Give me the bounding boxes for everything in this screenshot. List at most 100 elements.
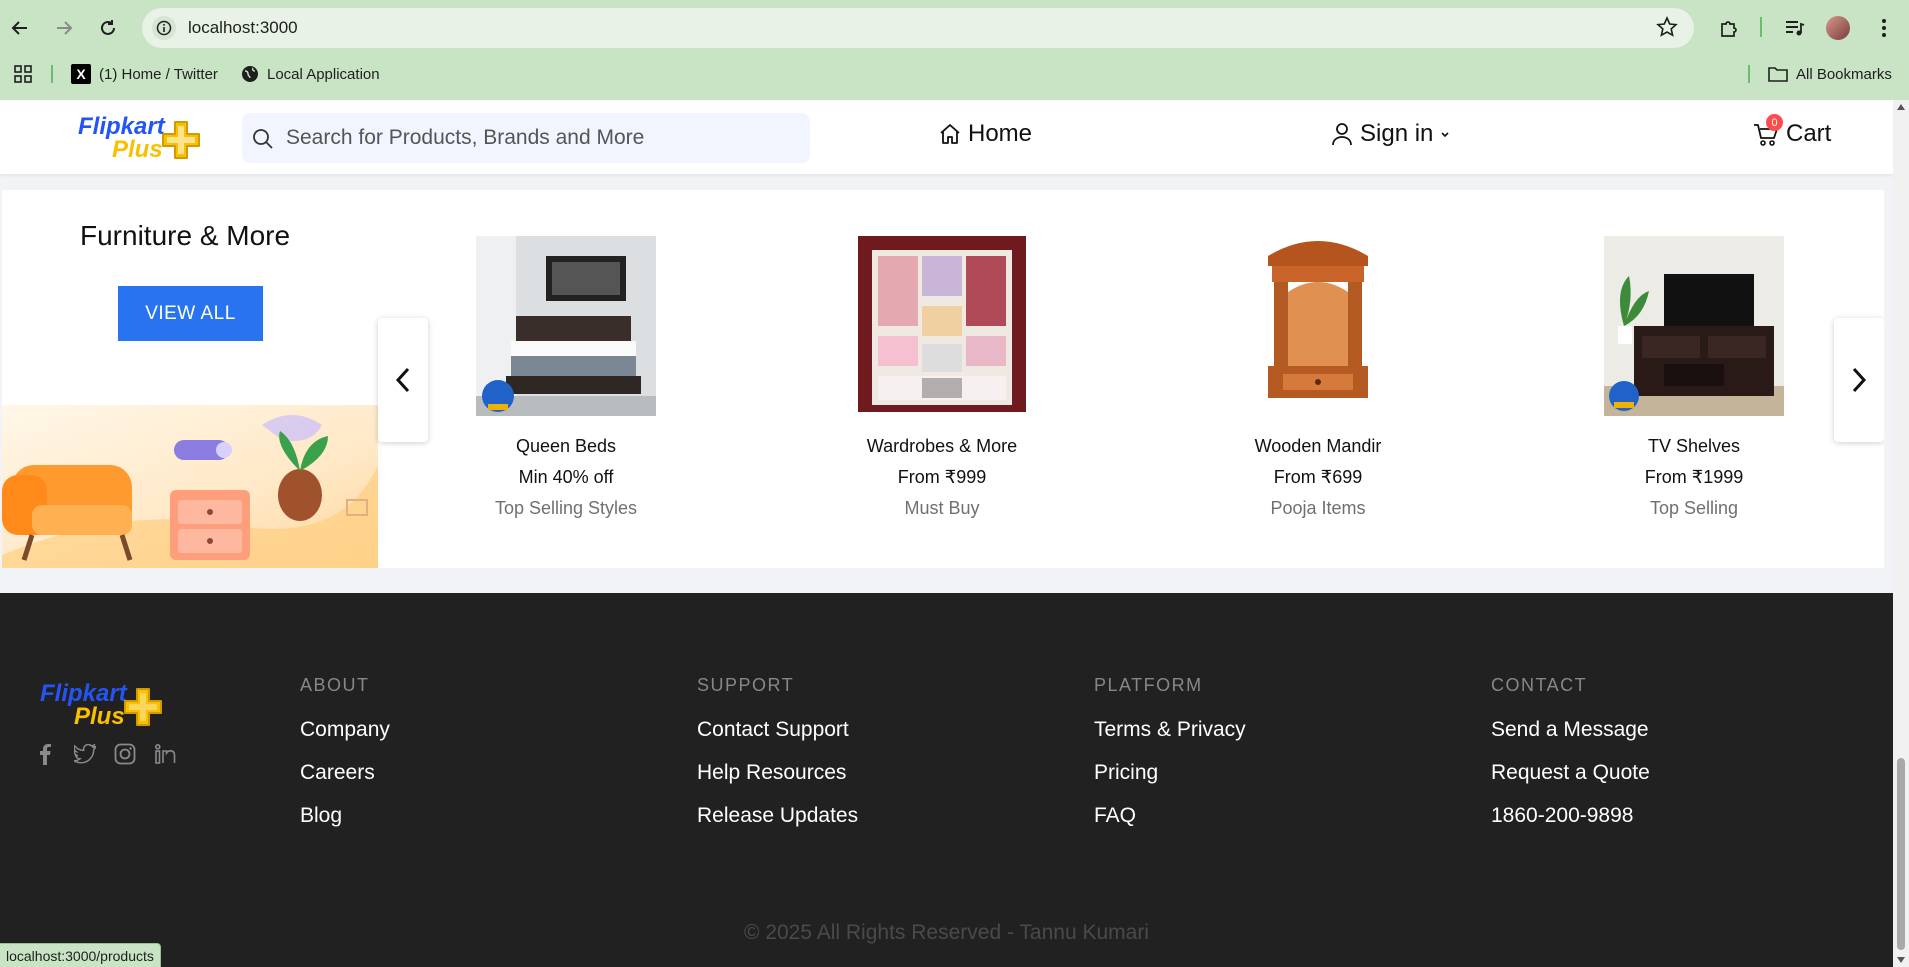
browser-menu-button[interactable]	[1868, 12, 1900, 44]
bookmarks-bar: X (1) Home / Twitter Local Application A…	[0, 62, 1909, 86]
carousel-prev-button[interactable]	[378, 318, 428, 442]
playlist-icon	[1786, 21, 1805, 36]
twitter-icon[interactable]	[74, 743, 96, 765]
scroll-up-arrow[interactable]	[1897, 104, 1905, 110]
footer-link-blog[interactable]: Blog	[300, 804, 390, 828]
x-logo-icon: X	[71, 64, 91, 84]
nav-sign-in-label: Sign in	[1360, 120, 1434, 147]
chevron-left-icon	[395, 367, 410, 393]
product-card-wardrobes[interactable]: Wardrobes & More From ₹999 Must Buy	[842, 236, 1042, 519]
copyright-text: © 2025 All Rights Reserved - Tannu Kumar…	[744, 921, 1149, 944]
product-tag: Top Selling	[1649, 498, 1739, 518]
footer-logo[interactable]: Flipkart Plus	[40, 682, 165, 730]
product-image-wooden-mandir	[1228, 236, 1408, 416]
nav-cart-label: Cart	[1786, 120, 1832, 147]
footer-col-heading: PLATFORM	[1094, 675, 1203, 695]
social-links	[34, 743, 176, 765]
product-image-wardrobes	[852, 236, 1032, 416]
bookmark-star-icon[interactable]	[1656, 16, 1678, 43]
back-button[interactable]	[4, 12, 36, 44]
product-tag: Top Selling Styles	[494, 498, 638, 518]
nav-cart[interactable]: 0 Cart	[1752, 114, 1832, 148]
carousel-next-button[interactable]	[1834, 318, 1884, 442]
footer-link-terms-privacy[interactable]: Terms & Privacy	[1094, 718, 1246, 742]
furniture-illustration	[2, 405, 378, 568]
product-name: Wooden Mandir	[1254, 436, 1382, 456]
address-url[interactable]: localhost:3000	[188, 18, 298, 38]
all-bookmarks-button[interactable]: All Bookmarks	[1768, 62, 1892, 86]
bookmark-twitter[interactable]: X (1) Home / Twitter	[71, 62, 218, 86]
linkedin-icon[interactable]	[154, 743, 176, 765]
apps-grid-icon	[14, 65, 32, 83]
more-vertical-icon	[1882, 19, 1886, 37]
facebook-icon[interactable]	[34, 743, 56, 765]
media-control-button[interactable]	[1778, 12, 1810, 44]
footer-col-support: SUPPORT Contact Support Help Resources R…	[697, 675, 858, 828]
toolbar-separator	[1760, 17, 1762, 37]
furniture-illustration-art	[2, 415, 378, 568]
search-input[interactable]	[286, 113, 796, 163]
back-arrow-icon	[11, 21, 27, 35]
product-price: From ₹1999	[1644, 467, 1744, 487]
product-name: TV Shelves	[1647, 436, 1741, 456]
logo-plus-icon	[123, 688, 162, 726]
footer-link-request-quote[interactable]: Request a Quote	[1491, 761, 1650, 785]
folder-icon	[1768, 67, 1788, 82]
product-tag: Pooja Items	[1270, 498, 1366, 518]
scroll-down-arrow[interactable]	[1897, 957, 1905, 963]
product-price: From ₹999	[897, 467, 987, 487]
view-all-button[interactable]: VIEW ALL	[118, 286, 263, 341]
chevron-right-icon	[1852, 367, 1867, 393]
site-info-icon[interactable]	[152, 16, 176, 40]
address-bar[interactable]: localhost:3000	[142, 8, 1694, 48]
all-bookmarks-label: All Bookmarks	[1796, 65, 1892, 83]
user-icon	[1332, 123, 1352, 146]
product-price: From ₹699	[1273, 467, 1363, 487]
product-name: Queen Beds	[515, 436, 617, 456]
footer-link-faq[interactable]: FAQ	[1094, 804, 1246, 828]
chevron-down-icon	[1441, 132, 1449, 138]
site-footer: Flipkart Plus ABOUT Company Careers Blog…	[0, 593, 1893, 967]
footer-link-contact-support[interactable]: Contact Support	[697, 718, 858, 742]
scroll-thumb[interactable]	[1897, 758, 1905, 950]
footer-link-company[interactable]: Company	[300, 718, 390, 742]
nav-home[interactable]: Home	[938, 120, 1032, 148]
bookmark-local-application[interactable]: Local Application	[241, 62, 380, 86]
footer-link-send-message[interactable]: Send a Message	[1491, 718, 1650, 742]
furniture-section: Furniture & More VIEW ALL Queen Beds Min…	[2, 190, 1884, 568]
extensions-button[interactable]	[1713, 12, 1745, 44]
footer-link-careers[interactable]: Careers	[300, 761, 390, 785]
footer-link-release-updates[interactable]: Release Updates	[697, 804, 858, 828]
logo-line-2: Plus	[112, 136, 163, 163]
cart-count-badge: 0	[1766, 114, 1783, 131]
footer-col-heading: ABOUT	[300, 675, 370, 695]
product-card-queen-beds[interactable]: Queen Beds Min 40% off Top Selling Style…	[466, 236, 666, 519]
footer-link-pricing[interactable]: Pricing	[1094, 761, 1246, 785]
home-icon	[940, 124, 960, 144]
reload-button[interactable]	[92, 12, 124, 44]
avatar	[1826, 16, 1850, 40]
bookmark-label: (1) Home / Twitter	[99, 65, 218, 83]
apps-button[interactable]	[14, 62, 32, 86]
profile-button[interactable]	[1822, 12, 1854, 44]
nav-home-label: Home	[968, 120, 1033, 147]
product-tag: Must Buy	[904, 498, 980, 518]
product-image-queen-beds	[476, 236, 656, 416]
footer-col-about: ABOUT Company Careers Blog	[300, 675, 390, 828]
product-card-wooden-mandir[interactable]: Wooden Mandir From ₹699 Pooja Items	[1218, 236, 1418, 519]
browser-chrome: localhost:3000 X (1) Home / Twitter Loca…	[0, 0, 1909, 100]
product-card-tv-shelves[interactable]: TV Shelves From ₹1999 Top Selling	[1594, 236, 1794, 519]
search-icon	[253, 129, 273, 149]
logo-line-2: Plus	[74, 703, 125, 730]
footer-link-help-resources[interactable]: Help Resources	[697, 761, 858, 785]
forward-arrow-icon	[57, 21, 73, 35]
page-scrollbar[interactable]	[1893, 100, 1909, 967]
search-bar	[242, 113, 810, 163]
nav-sign-in[interactable]: Sign in	[1330, 120, 1451, 148]
forward-button[interactable]	[48, 12, 80, 44]
footer-link-phone[interactable]: 1860-200-9898	[1491, 804, 1650, 828]
site-logo[interactable]: Flipkart Plus	[78, 115, 203, 163]
product-image-tv-shelves	[1604, 236, 1784, 416]
page-viewport: Flipkart Plus Home Sign in 0	[0, 100, 1893, 967]
instagram-icon[interactable]	[114, 743, 136, 765]
